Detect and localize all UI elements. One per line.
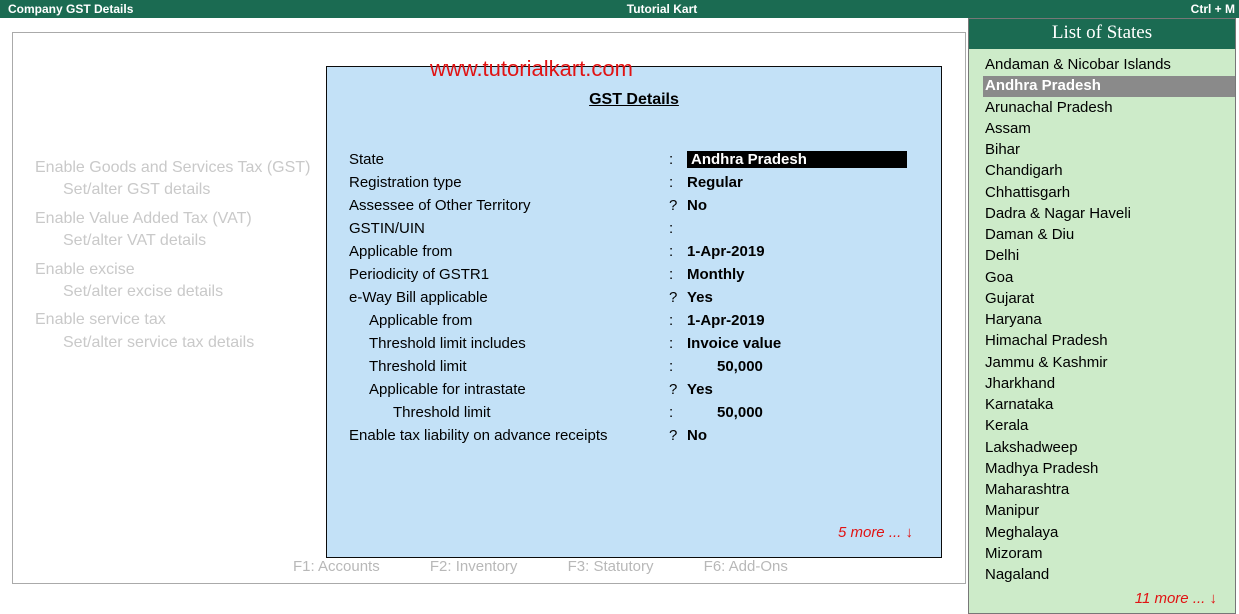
period-label: Periodicity of GSTR1 (349, 266, 669, 283)
thresh-incl-value[interactable]: Invoice value (687, 335, 781, 352)
state-item[interactable]: Himachal Pradesh (983, 331, 1235, 351)
state-item[interactable]: Chandigarh (983, 161, 1235, 181)
dialog-title: GST Details (349, 91, 919, 109)
thresh-incl-label: Threshold limit includes (349, 335, 669, 352)
state-item[interactable]: Bihar (983, 140, 1235, 160)
state-item[interactable]: Kerala (983, 416, 1235, 436)
opt-setalter-gst: Set/alter GST details (35, 179, 310, 201)
state-item[interactable]: Jammu & Kashmir (983, 353, 1235, 373)
state-item[interactable]: Delhi (983, 246, 1235, 266)
opt-setalter-servicetax: Set/alter service tax details (35, 332, 310, 354)
state-value[interactable]: Andhra Pradesh (687, 151, 907, 168)
intra-thresh-label: Threshold limit (349, 404, 669, 421)
row-regtype: Registration type : Regular (349, 174, 919, 191)
state-item[interactable]: Karnataka (983, 395, 1235, 415)
opt-setalter-vat: Set/alter VAT details (35, 230, 310, 252)
gst-details-dialog: GST Details State : Andhra Pradesh Regis… (326, 66, 942, 558)
shortcut-hint: Ctrl + M (1191, 2, 1239, 16)
taxliab-label: Enable tax liability on advance receipts (349, 427, 669, 444)
opt-enable-vat: Enable Value Added Tax (VAT) (35, 208, 310, 230)
regtype-value[interactable]: Regular (687, 174, 743, 191)
opt-setalter-excise: Set/alter excise details (35, 281, 310, 303)
f1-accounts[interactable]: F1: Accounts (293, 558, 380, 575)
state-item[interactable]: Manipur (983, 501, 1235, 521)
row-intra-threshold: Threshold limit : 50,000 (349, 404, 919, 421)
thresh-limit-label: Threshold limit (349, 358, 669, 375)
row-state: State : Andhra Pradesh (349, 151, 919, 168)
states-more-link[interactable]: 11 more ... ↓ (1135, 590, 1217, 607)
assessee-label: Assessee of Other Territory (349, 197, 669, 214)
row-gstin: GSTIN/UIN : (349, 220, 919, 237)
applfrom-label: Applicable from (349, 243, 669, 260)
background-options: Enable Goods and Services Tax (GST) Set/… (35, 153, 310, 360)
states-panel: List of States Andaman & Nicobar Islands… (968, 18, 1236, 614)
state-label: State (349, 151, 669, 168)
f2-inventory[interactable]: F2: Inventory (430, 558, 518, 575)
opt-enable-excise: Enable excise (35, 259, 310, 281)
state-item[interactable]: Mizoram (983, 544, 1235, 564)
opt-enable-servicetax: Enable service tax (35, 309, 310, 331)
watermark-url: www.tutorialkart.com (430, 56, 633, 82)
state-item[interactable]: Andaman & Nicobar Islands (983, 55, 1235, 75)
state-item[interactable]: Dadra & Nagar Haveli (983, 204, 1235, 224)
state-item[interactable]: Meghalaya (983, 523, 1235, 543)
f6-addons[interactable]: F6: Add-Ons (704, 558, 788, 575)
eway-label: e-Way Bill applicable (349, 289, 669, 306)
state-item[interactable]: Chhattisgarh (983, 183, 1235, 203)
state-item[interactable]: Jharkhand (983, 374, 1235, 394)
eway-from-label: Applicable from (349, 312, 669, 329)
row-threshold-includes: Threshold limit includes : Invoice value (349, 335, 919, 352)
company-name: Tutorial Kart (133, 2, 1190, 16)
state-item[interactable]: Maharashtra (983, 480, 1235, 500)
row-assessee: Assessee of Other Territory ? No (349, 197, 919, 214)
eway-from-value[interactable]: 1-Apr-2019 (687, 312, 765, 329)
thresh-limit-value[interactable]: 50,000 (687, 358, 763, 375)
row-threshold-limit: Threshold limit : 50,000 (349, 358, 919, 375)
row-periodicity: Periodicity of GSTR1 : Monthly (349, 266, 919, 283)
row-eway-from: Applicable from : 1-Apr-2019 (349, 312, 919, 329)
intra-label: Applicable for intrastate (349, 381, 669, 398)
gstin-label: GSTIN/UIN (349, 220, 669, 237)
state-item[interactable]: Gujarat (983, 289, 1235, 309)
eway-value[interactable]: Yes (687, 289, 713, 306)
f3-statutory[interactable]: F3: Statutory (568, 558, 654, 575)
state-item[interactable]: Haryana (983, 310, 1235, 330)
title-bar: Company GST Details Tutorial Kart Ctrl +… (0, 0, 1239, 18)
state-item[interactable]: Goa (983, 268, 1235, 288)
taxliab-value[interactable]: No (687, 427, 707, 444)
screen-title: Company GST Details (0, 2, 133, 16)
row-eway: e-Way Bill applicable ? Yes (349, 289, 919, 306)
intra-thresh-value[interactable]: 50,000 (687, 404, 763, 421)
state-item[interactable]: Nagaland (983, 565, 1235, 585)
state-item[interactable]: Lakshadweep (983, 438, 1235, 458)
state-item[interactable]: Andhra Pradesh (983, 76, 1235, 96)
state-item[interactable]: Daman & Diu (983, 225, 1235, 245)
row-intrastate: Applicable for intrastate ? Yes (349, 381, 919, 398)
dialog-more-link[interactable]: 5 more ... ↓ (838, 524, 913, 541)
regtype-label: Registration type (349, 174, 669, 191)
opt-enable-gst: Enable Goods and Services Tax (GST) (35, 157, 310, 179)
state-item[interactable]: Arunachal Pradesh (983, 98, 1235, 118)
workspace: Tutorial Kart Enable Goods and Services … (0, 18, 1239, 596)
intra-value[interactable]: Yes (687, 381, 713, 398)
states-list: Andaman & Nicobar IslandsAndhra PradeshA… (969, 49, 1235, 585)
assessee-value[interactable]: No (687, 197, 707, 214)
state-item[interactable]: Assam (983, 119, 1235, 139)
row-tax-liability: Enable tax liability on advance receipts… (349, 427, 919, 444)
state-item[interactable]: Madhya Pradesh (983, 459, 1235, 479)
states-title: List of States (969, 19, 1235, 49)
applfrom-value[interactable]: 1-Apr-2019 (687, 243, 765, 260)
row-applicable-from: Applicable from : 1-Apr-2019 (349, 243, 919, 260)
footer-buttons: F1: Accounts F2: Inventory F3: Statutory… (293, 558, 834, 575)
period-value[interactable]: Monthly (687, 266, 745, 283)
